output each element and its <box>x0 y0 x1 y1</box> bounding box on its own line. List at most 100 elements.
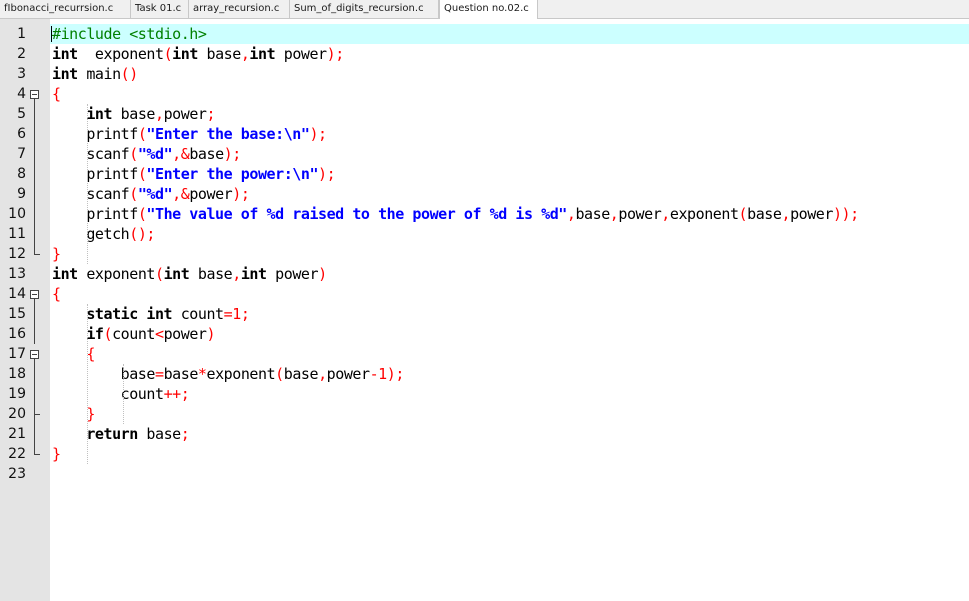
code-line[interactable]: { <box>52 84 61 104</box>
code-line[interactable]: { <box>52 344 95 364</box>
code-token: { <box>52 85 61 103</box>
code-token: { <box>52 285 61 303</box>
code-line[interactable]: } <box>52 404 95 424</box>
code-token: power <box>275 45 327 63</box>
code-token: () <box>120 65 139 83</box>
code-token: ; <box>180 425 190 443</box>
line-number: 6 <box>17 126 26 142</box>
code-token: count <box>52 385 164 403</box>
code-token: = <box>223 305 233 323</box>
code-token: ) <box>223 145 233 163</box>
code-token: if <box>86 325 104 343</box>
code-line[interactable]: int exponent(int base,int power) <box>52 264 327 284</box>
code-line[interactable]: return base; <box>52 424 189 444</box>
code-token: int <box>163 265 190 283</box>
code-line[interactable]: scanf("%d",&base); <box>52 144 241 164</box>
code-token: )) <box>832 205 851 223</box>
fold-line <box>34 184 35 204</box>
code-token: ,& <box>172 145 190 163</box>
code-token: "%d" <box>137 185 173 203</box>
code-token: ; <box>232 145 241 163</box>
code-token: power <box>326 365 370 383</box>
code-token: exponent <box>77 45 164 63</box>
code-token: ( <box>275 365 284 383</box>
code-token: } <box>52 245 61 263</box>
code-token: main <box>77 65 121 83</box>
line-number: 1 <box>17 26 26 42</box>
code-token: ) <box>206 325 216 343</box>
code-token: , <box>781 205 791 223</box>
code-line[interactable]: #include <stdio.h> <box>52 24 207 44</box>
fold-line <box>34 384 35 404</box>
code-token: - <box>369 365 379 383</box>
code-line[interactable]: { <box>52 284 61 304</box>
code-line[interactable]: } <box>52 244 61 264</box>
tab-question-no-02[interactable]: Question no.02.c <box>439 0 538 19</box>
code-token: * <box>197 365 207 383</box>
code-line[interactable]: if(count<power) <box>52 324 215 344</box>
code-token: ; <box>335 45 344 63</box>
fold-toggle-icon[interactable] <box>30 90 39 99</box>
line-number: 5 <box>17 106 26 122</box>
code-token: static int <box>86 305 173 323</box>
code-token: base <box>52 365 156 383</box>
code-token: ) <box>318 165 327 183</box>
fold-line <box>34 204 35 224</box>
code-token: ( <box>103 325 113 343</box>
line-number: 4 <box>17 86 26 102</box>
code-line[interactable]: base=base*exponent(base,power-1); <box>52 364 405 384</box>
fold-toggle-icon[interactable] <box>30 350 39 359</box>
fold-line <box>34 364 35 384</box>
fold-end-marker <box>34 254 40 255</box>
code-token: ( <box>154 265 164 283</box>
code-line[interactable]: getch(); <box>52 224 155 244</box>
line-number: 8 <box>17 166 26 182</box>
code-token: ) <box>309 125 319 143</box>
indent-guide <box>123 364 124 424</box>
tab-fibonacci-recursion[interactable]: fIbonacci_recurrsion.c <box>0 0 131 18</box>
line-number: 7 <box>17 146 26 162</box>
code-token: ; <box>318 125 327 143</box>
line-number: 20 <box>8 406 26 422</box>
code-token: ; <box>240 305 250 323</box>
line-number: 22 <box>8 446 26 462</box>
code-token: int <box>52 45 78 63</box>
line-number: 19 <box>8 386 26 402</box>
tab-task-01[interactable]: Task 01.c <box>131 0 189 18</box>
code-line[interactable]: static int count=1; <box>52 304 250 324</box>
line-number: 15 <box>8 306 26 322</box>
fold-toggle-icon[interactable] <box>30 290 39 299</box>
tab-sum-of-digits-recursion[interactable]: Sum_of_digits_recursion.c <box>290 0 439 18</box>
code-token: base <box>283 365 319 383</box>
code-line[interactable]: } <box>52 444 61 464</box>
code-token: int <box>240 265 267 283</box>
code-line[interactable]: int main() <box>52 64 138 84</box>
code-line[interactable]: count++; <box>52 384 190 404</box>
code-token: ) <box>318 265 327 283</box>
code-line[interactable]: printf ("The value of %d raised to the po… <box>52 204 859 224</box>
line-number: 9 <box>17 186 26 202</box>
code-token: ; <box>850 205 859 223</box>
code-token: return <box>86 425 138 443</box>
code-token: power <box>790 205 833 223</box>
code-line[interactable]: printf("Enter the base:\n"); <box>52 124 327 144</box>
tab-array-recursion[interactable]: array_recursion.c <box>189 0 290 18</box>
code-token: ; <box>326 165 336 183</box>
fold-line <box>34 124 35 144</box>
code-token: exponent <box>206 365 276 383</box>
fold-line <box>34 304 35 324</box>
code-token: getch <box>52 225 130 243</box>
code-token: power <box>266 265 319 283</box>
code-line[interactable]: scanf("%d",&power); <box>52 184 250 204</box>
code-line[interactable]: int exponent(int base,int power); <box>52 44 344 64</box>
code-token: ; <box>146 225 155 243</box>
code-line[interactable]: int base,power; <box>52 104 215 124</box>
code-token: count <box>172 305 224 323</box>
code-token: power <box>618 205 662 223</box>
code-token: ,& <box>172 185 190 203</box>
code-line[interactable]: printf("Enter the power:\n"); <box>52 164 335 184</box>
fold-line <box>34 324 35 344</box>
